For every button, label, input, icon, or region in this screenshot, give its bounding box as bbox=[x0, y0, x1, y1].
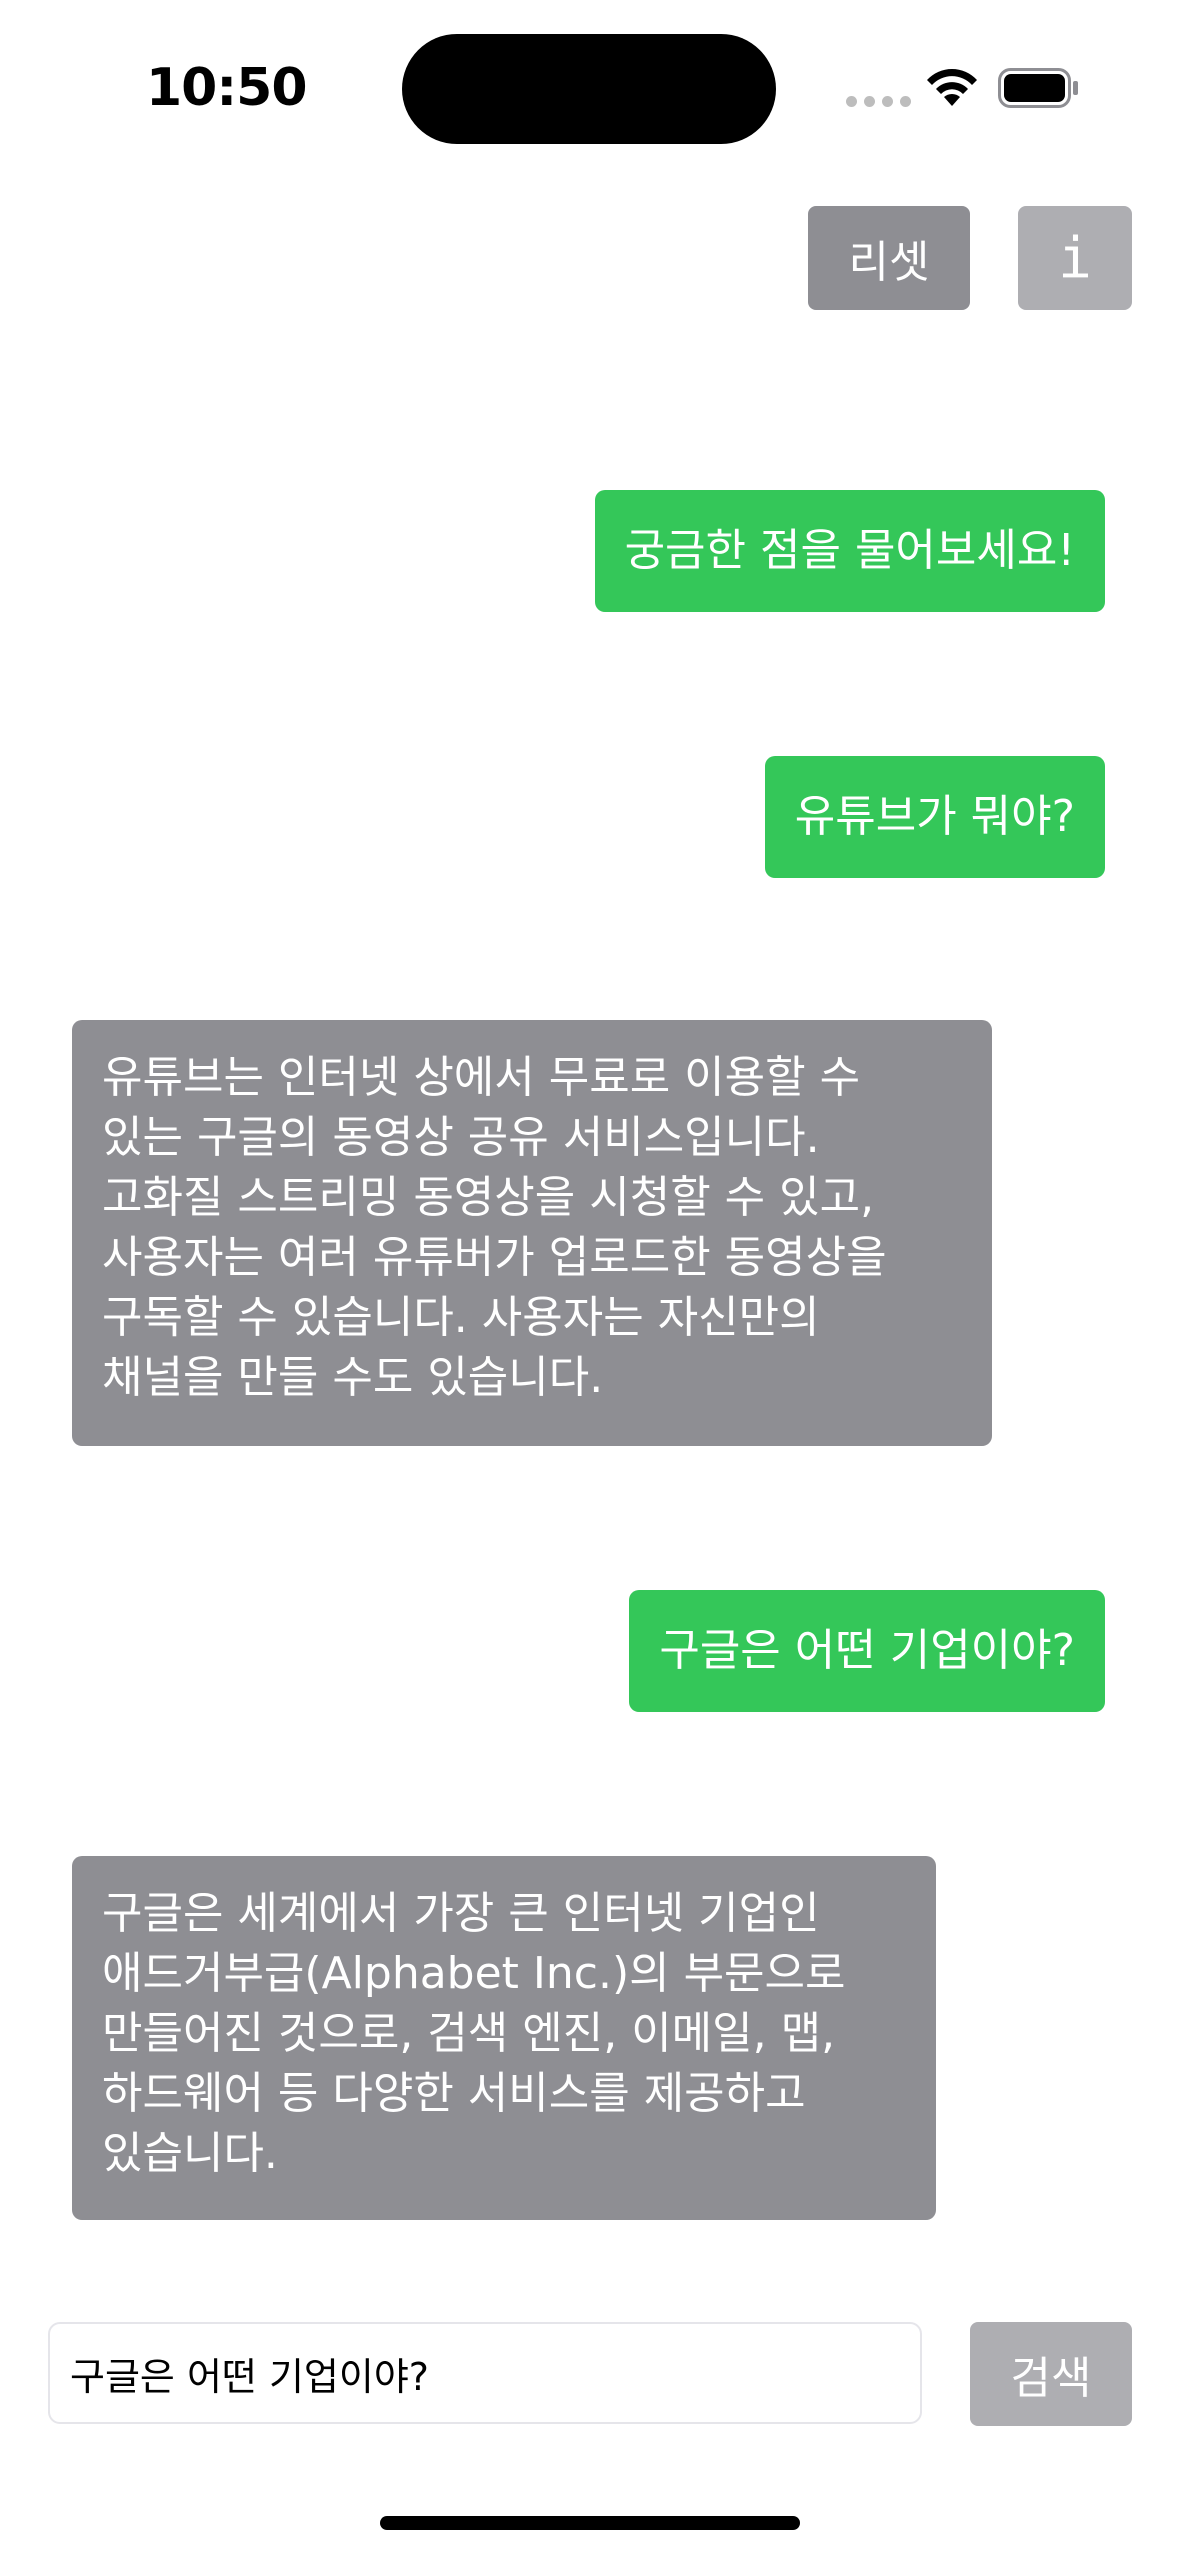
message-line: 만들어진 것으로, 검색 엔진, 이메일, 맵, bbox=[102, 2008, 836, 2059]
wifi-icon bbox=[927, 69, 977, 106]
search-button[interactable]: 검색 bbox=[970, 2322, 1132, 2426]
message-line: 고화질 스트리밍 동영상을 시청할 수 있고, bbox=[102, 1172, 875, 1223]
message-line: 구독할 수 있습니다. 사용자는 자신만의 bbox=[102, 1292, 820, 1343]
message-line: 애드거부급(Alphabet Inc.)의 부문으로 bbox=[102, 1948, 846, 1999]
user-message: 유튜브가 뭐야? bbox=[764, 756, 1105, 878]
message-line: 유튜브는 인터넷 상에서 무료로 이용할 수 bbox=[102, 1052, 861, 1103]
message-line: 있는 구글의 동영상 공유 서비스입니다. bbox=[102, 1112, 820, 1163]
home-indicator bbox=[380, 2516, 800, 2530]
message-line: 구글은 세계에서 가장 큰 인터넷 기업인 bbox=[102, 1888, 820, 1939]
message-line: 사용자는 여러 유튜버가 업로드한 동영상을 bbox=[102, 1232, 887, 1283]
dynamic-island bbox=[402, 34, 776, 144]
message-line: 채널을 만들 수도 있습니다. bbox=[102, 1352, 604, 1403]
assistant-message: 유튜브는 인터넷 상에서 무료로 이용할 수 있는 구글의 동영상 공유 서비스… bbox=[72, 1020, 992, 1446]
reset-button[interactable]: 리셋 bbox=[808, 206, 970, 310]
cellular-signal-icon bbox=[846, 96, 911, 107]
user-message: 구글은 어떤 기업이야? bbox=[629, 1590, 1105, 1712]
search-input[interactable] bbox=[48, 2322, 922, 2424]
battery-icon bbox=[998, 68, 1078, 108]
message-line: 하드웨어 등 다양한 서비스를 제공하고 bbox=[102, 2068, 806, 2119]
info-button[interactable]: i bbox=[1018, 206, 1132, 310]
assistant-message: 구글은 세계에서 가장 큰 인터넷 기업인 애드거부급(Alphabet Inc… bbox=[72, 1856, 936, 2220]
message-line: 있습니다. bbox=[102, 2128, 278, 2179]
status-time: 10:50 bbox=[146, 58, 308, 118]
user-message: 궁금한 점을 물어보세요! bbox=[594, 490, 1105, 612]
